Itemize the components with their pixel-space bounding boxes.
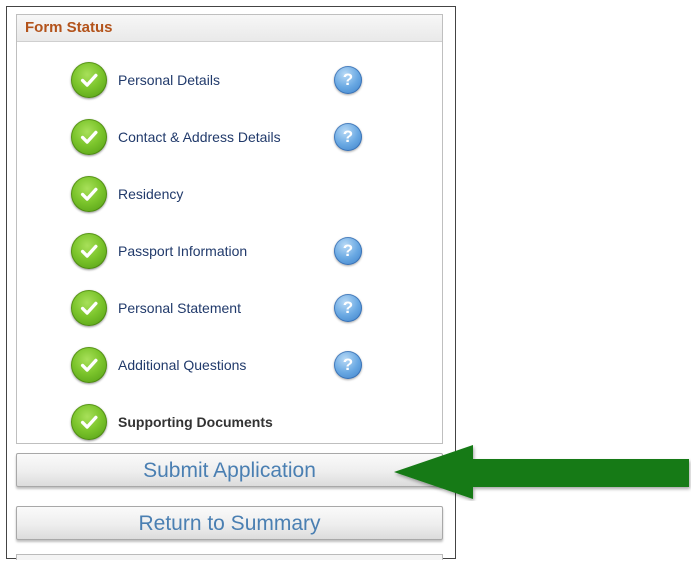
- step-contact-address[interactable]: Contact & Address Details ?: [71, 117, 401, 157]
- help-icon[interactable]: ?: [334, 351, 362, 379]
- checkmark-icon: [71, 233, 107, 269]
- step-label[interactable]: Personal Statement: [118, 300, 333, 316]
- step-label[interactable]: Passport Information: [118, 243, 333, 259]
- step-personal-details[interactable]: Personal Details ?: [71, 60, 401, 100]
- checkmark-icon: [71, 119, 107, 155]
- submit-application-button[interactable]: Submit Application: [16, 453, 443, 487]
- step-personal-statement[interactable]: Personal Statement ?: [71, 288, 401, 328]
- help-icon[interactable]: ?: [334, 123, 362, 151]
- form-container: Form Status Personal Details ? Contact &…: [6, 6, 456, 560]
- next-button-edge: [16, 554, 443, 560]
- step-supporting-documents[interactable]: Supporting Documents: [71, 402, 401, 442]
- arrow-left-icon: [394, 445, 689, 499]
- step-label[interactable]: Supporting Documents: [118, 414, 333, 430]
- step-residency[interactable]: Residency: [71, 174, 401, 214]
- checkmark-icon: [71, 404, 107, 440]
- return-to-summary-button[interactable]: Return to Summary: [16, 506, 443, 540]
- step-passport-information[interactable]: Passport Information ?: [71, 231, 401, 271]
- help-icon[interactable]: ?: [334, 237, 362, 265]
- panel-title: Form Status: [17, 15, 442, 42]
- step-label[interactable]: Additional Questions: [118, 357, 333, 373]
- step-label[interactable]: Contact & Address Details: [118, 129, 333, 145]
- help-icon[interactable]: ?: [334, 66, 362, 94]
- help-icon[interactable]: ?: [334, 294, 362, 322]
- checkmark-icon: [71, 62, 107, 98]
- checkmark-icon: [71, 176, 107, 212]
- step-label[interactable]: Residency: [118, 186, 333, 202]
- form-status-panel: Form Status Personal Details ? Contact &…: [16, 14, 443, 444]
- checkmark-icon: [71, 290, 107, 326]
- step-additional-questions[interactable]: Additional Questions ?: [71, 345, 401, 385]
- step-label[interactable]: Personal Details: [118, 72, 333, 88]
- checkmark-icon: [71, 347, 107, 383]
